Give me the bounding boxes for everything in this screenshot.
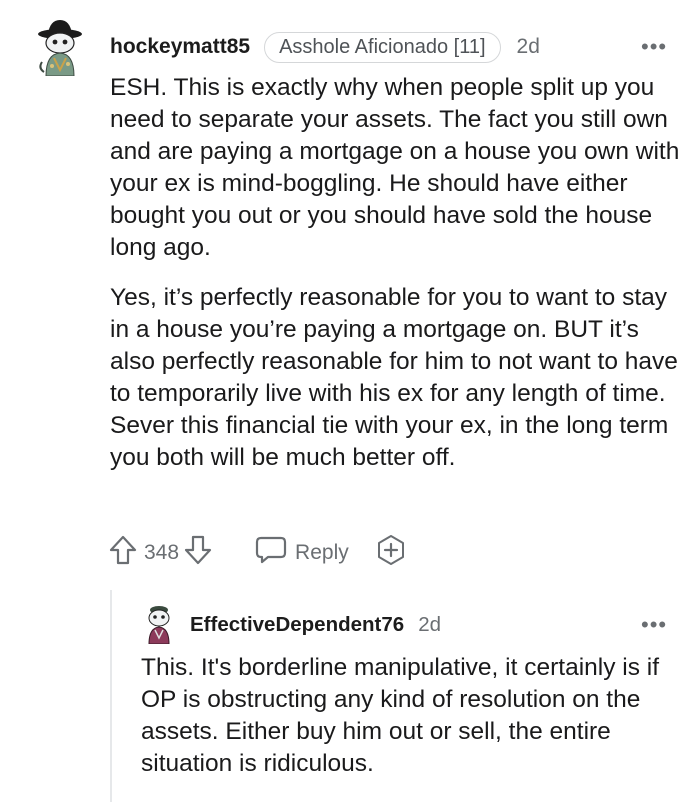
- reply-button[interactable]: Reply: [255, 535, 349, 571]
- speech-bubble-icon: [255, 535, 287, 571]
- upvote-arrow-icon[interactable]: [108, 534, 138, 572]
- reply-username[interactable]: EffectiveDependent76: [190, 613, 404, 637]
- comment-paragraph-2: Yes, it’s perfectly reasonable for you t…: [110, 284, 678, 471]
- reply-snoo-avatar-icon: [148, 606, 170, 645]
- user-flair: Asshole Aficionado [11]: [264, 31, 501, 63]
- comment-username[interactable]: hockeymatt85: [110, 35, 250, 59]
- reply-age: 2d: [418, 613, 441, 636]
- reply-label: Reply: [295, 541, 349, 564]
- snoo-avatar-icon: [38, 20, 82, 77]
- reply-more-options-button[interactable]: •••: [641, 612, 667, 638]
- reply-user-avatar[interactable]: [143, 604, 175, 645]
- comment-paragraph-1: ESH. This is exactly why when people spl…: [110, 74, 680, 261]
- comment-actions: 348 Reply: [108, 534, 407, 572]
- vote-count: 348: [144, 541, 180, 564]
- comment-header: hockeymatt85 Asshole Aficionado [11] 2d: [110, 30, 540, 64]
- comment-age: 2d: [516, 35, 540, 58]
- reply-body: This. It's borderline manipulative, it c…: [141, 652, 681, 780]
- comment-body: ESH. This is exactly why when people spl…: [110, 72, 680, 492]
- user-avatar[interactable]: [34, 18, 86, 77]
- downvote-arrow-icon[interactable]: [183, 534, 213, 572]
- award-plus-icon[interactable]: [375, 534, 407, 572]
- reply-text: This. It's borderline manipulative, it c…: [141, 654, 660, 777]
- thread-line[interactable]: [110, 590, 112, 802]
- reply-header: EffectiveDependent76 2d: [190, 610, 441, 640]
- more-options-button[interactable]: •••: [641, 34, 667, 60]
